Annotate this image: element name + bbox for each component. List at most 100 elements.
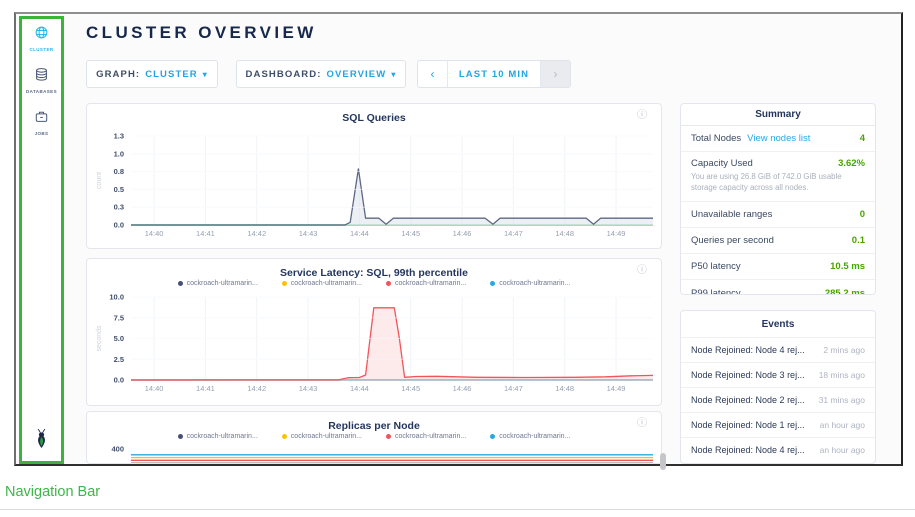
graph-dropdown-label: GRAPH: — [96, 69, 140, 80]
events-title: Events — [681, 311, 875, 337]
chart-title: Service Latency: SQL, 99th percentile — [87, 267, 661, 279]
info-icon[interactable]: ⓘ — [637, 419, 647, 429]
time-prev-button[interactable]: ‹ — [418, 61, 448, 87]
summary-row: Queries per second0.1 — [681, 228, 875, 254]
svg-text:14:44: 14:44 — [350, 229, 369, 238]
info-icon[interactable]: ⓘ — [637, 111, 647, 121]
legend-item: cockroach-ultramarin... — [490, 433, 570, 440]
summary-row-value: 285.2 ms — [825, 288, 865, 295]
legend-dot-icon — [490, 281, 495, 286]
legend-label: cockroach-ultramarin... — [395, 433, 466, 440]
legend-dot-icon — [386, 434, 391, 439]
time-range-selector: ‹ LAST 10 MIN › — [417, 60, 571, 88]
legend-item: cockroach-ultramarin... — [178, 280, 258, 287]
scrollbar-thumb[interactable] — [660, 453, 666, 470]
sidebar: CLUSTER DATABASES JOBS — [22, 19, 61, 461]
event-timestamp: an hour ago — [820, 420, 865, 430]
chart-card-sql-queries: SQL Queriesⓘ1.31.00.80.50.30.014:4014:41… — [86, 103, 662, 249]
chart-plot-service-latency-sql-99th-percentile: 10.07.55.02.50.014:4014:4114:4214:4314:4… — [87, 292, 662, 398]
graph-dropdown[interactable]: GRAPH: CLUSTER ▾ — [86, 60, 218, 88]
legend-item: cockroach-ultramarin... — [386, 280, 466, 287]
svg-text:seconds: seconds — [96, 325, 103, 352]
cockroachdb-logo[interactable] — [33, 428, 50, 454]
event-label: Node Rejoined: Node 2 rej... — [691, 395, 805, 405]
svg-text:0.3: 0.3 — [114, 203, 124, 212]
chart-card-service-latency-sql-99th-percentile: Service Latency: SQL, 99th percentileⓘ co… — [86, 258, 662, 406]
summary-row-label: P50 latency — [691, 261, 741, 272]
chart-legend: cockroach-ultramarin... cockroach-ultrama… — [87, 280, 661, 287]
sidebar-item-label: CLUSTER — [29, 47, 53, 52]
event-label: Node Rejoined: Node 1 rej... — [691, 420, 805, 430]
svg-text:14:47: 14:47 — [504, 384, 523, 393]
svg-text:14:49: 14:49 — [607, 384, 626, 393]
dashboard-dropdown-value: OVERVIEW — [326, 69, 386, 80]
chart-plot-sql-queries: 1.31.00.80.50.30.014:4014:4114:4214:4314… — [87, 122, 662, 246]
svg-text:14:41: 14:41 — [196, 229, 215, 238]
globe-icon — [35, 26, 48, 44]
svg-text:10.0: 10.0 — [109, 293, 124, 302]
legend-label: cockroach-ultramarin... — [499, 433, 570, 440]
summary-row: P99 latency285.2 ms — [681, 280, 875, 295]
svg-text:14:46: 14:46 — [453, 229, 472, 238]
summary-row-value: 0 — [860, 209, 865, 220]
legend-dot-icon — [282, 281, 287, 286]
svg-text:5.0: 5.0 — [114, 334, 124, 343]
info-icon[interactable]: ⓘ — [637, 266, 647, 276]
chart-title: Replicas per Node — [87, 420, 661, 432]
svg-text:2.5: 2.5 — [114, 355, 124, 364]
legend-label: cockroach-ultramarin... — [499, 280, 570, 287]
svg-text:14:41: 14:41 — [196, 384, 215, 393]
event-row[interactable]: Node Rejoined: Node 2 rej...31 mins ago — [681, 387, 875, 412]
svg-text:14:43: 14:43 — [299, 384, 318, 393]
dashboard-dropdown[interactable]: DASHBOARD: OVERVIEW ▾ — [236, 60, 406, 88]
summary-row-note: You are using 26.8 GiB of 742.0 GiB usab… — [691, 172, 865, 193]
sidebar-item-cluster[interactable]: CLUSTER — [29, 26, 53, 52]
svg-text:14:42: 14:42 — [247, 384, 266, 393]
event-row[interactable]: Node Rejoined: Node 4 rej...an hour ago — [681, 437, 875, 462]
sidebar-item-label: JOBS — [35, 131, 49, 136]
legend-item: cockroach-ultramarin... — [386, 433, 466, 440]
summary-row-label: Total Nodes — [691, 133, 741, 144]
legend-label: cockroach-ultramarin... — [395, 280, 466, 287]
legend-dot-icon — [490, 434, 495, 439]
event-row[interactable]: Node Rejoined: Node 1 rej... an hour ago — [681, 412, 875, 437]
time-next-button[interactable]: › — [540, 61, 570, 87]
svg-text:14:48: 14:48 — [555, 384, 574, 393]
summary-row-value: 0.1 — [852, 235, 865, 246]
svg-text:14:47: 14:47 — [504, 229, 523, 238]
legend-label: cockroach-ultramarin... — [291, 280, 362, 287]
legend-dot-icon — [282, 434, 287, 439]
svg-text:14:44: 14:44 — [350, 384, 369, 393]
chevron-down-icon: ▾ — [391, 70, 396, 79]
event-row[interactable]: Node Rejoined: Node 3 rej...18 mins ago — [681, 362, 875, 387]
sidebar-item-jobs[interactable]: JOBS — [35, 110, 49, 136]
chart-legend: cockroach-ultramarin... cockroach-ultrama… — [87, 433, 661, 440]
legend-item: cockroach-ultramarin... — [282, 433, 362, 440]
legend-item: cockroach-ultramarin... — [282, 280, 362, 287]
svg-text:400: 400 — [111, 445, 124, 454]
sidebar-item-databases[interactable]: DATABASES — [26, 68, 57, 94]
legend-dot-icon — [178, 281, 183, 286]
event-timestamp: 18 mins ago — [819, 370, 865, 380]
summary-row-value: 10.5 ms — [830, 261, 865, 272]
svg-text:0.0: 0.0 — [114, 221, 124, 230]
database-icon — [35, 68, 48, 86]
chevron-down-icon: ▾ — [203, 70, 208, 79]
svg-text:14:46: 14:46 — [453, 384, 472, 393]
summary-panel: SummaryTotal NodesView nodes list4Capaci… — [680, 103, 876, 295]
bottom-divider — [0, 509, 915, 510]
summary-row-label: Capacity Used — [691, 158, 753, 169]
event-timestamp: 2 mins ago — [823, 345, 865, 355]
time-range-label[interactable]: LAST 10 MIN — [448, 61, 540, 87]
svg-text:1.0: 1.0 — [114, 149, 124, 158]
sidebar-item-label: DATABASES — [26, 89, 57, 94]
graph-dropdown-value: CLUSTER — [145, 69, 198, 80]
event-row[interactable]: Node Rejoined: Node 4 rej... 2 mins ago — [681, 337, 875, 362]
svg-text:14:42: 14:42 — [247, 229, 266, 238]
event-label: Node Rejoined: Node 4 rej... — [691, 345, 805, 355]
summary-row: Unavailable ranges0 — [681, 202, 875, 228]
annotation-caption: Navigation Bar — [5, 484, 100, 500]
chart-plot-replicas-per-node: 400 — [87, 445, 662, 464]
svg-text:14:45: 14:45 — [401, 229, 420, 238]
view-nodes-link[interactable]: View nodes list — [747, 133, 810, 144]
